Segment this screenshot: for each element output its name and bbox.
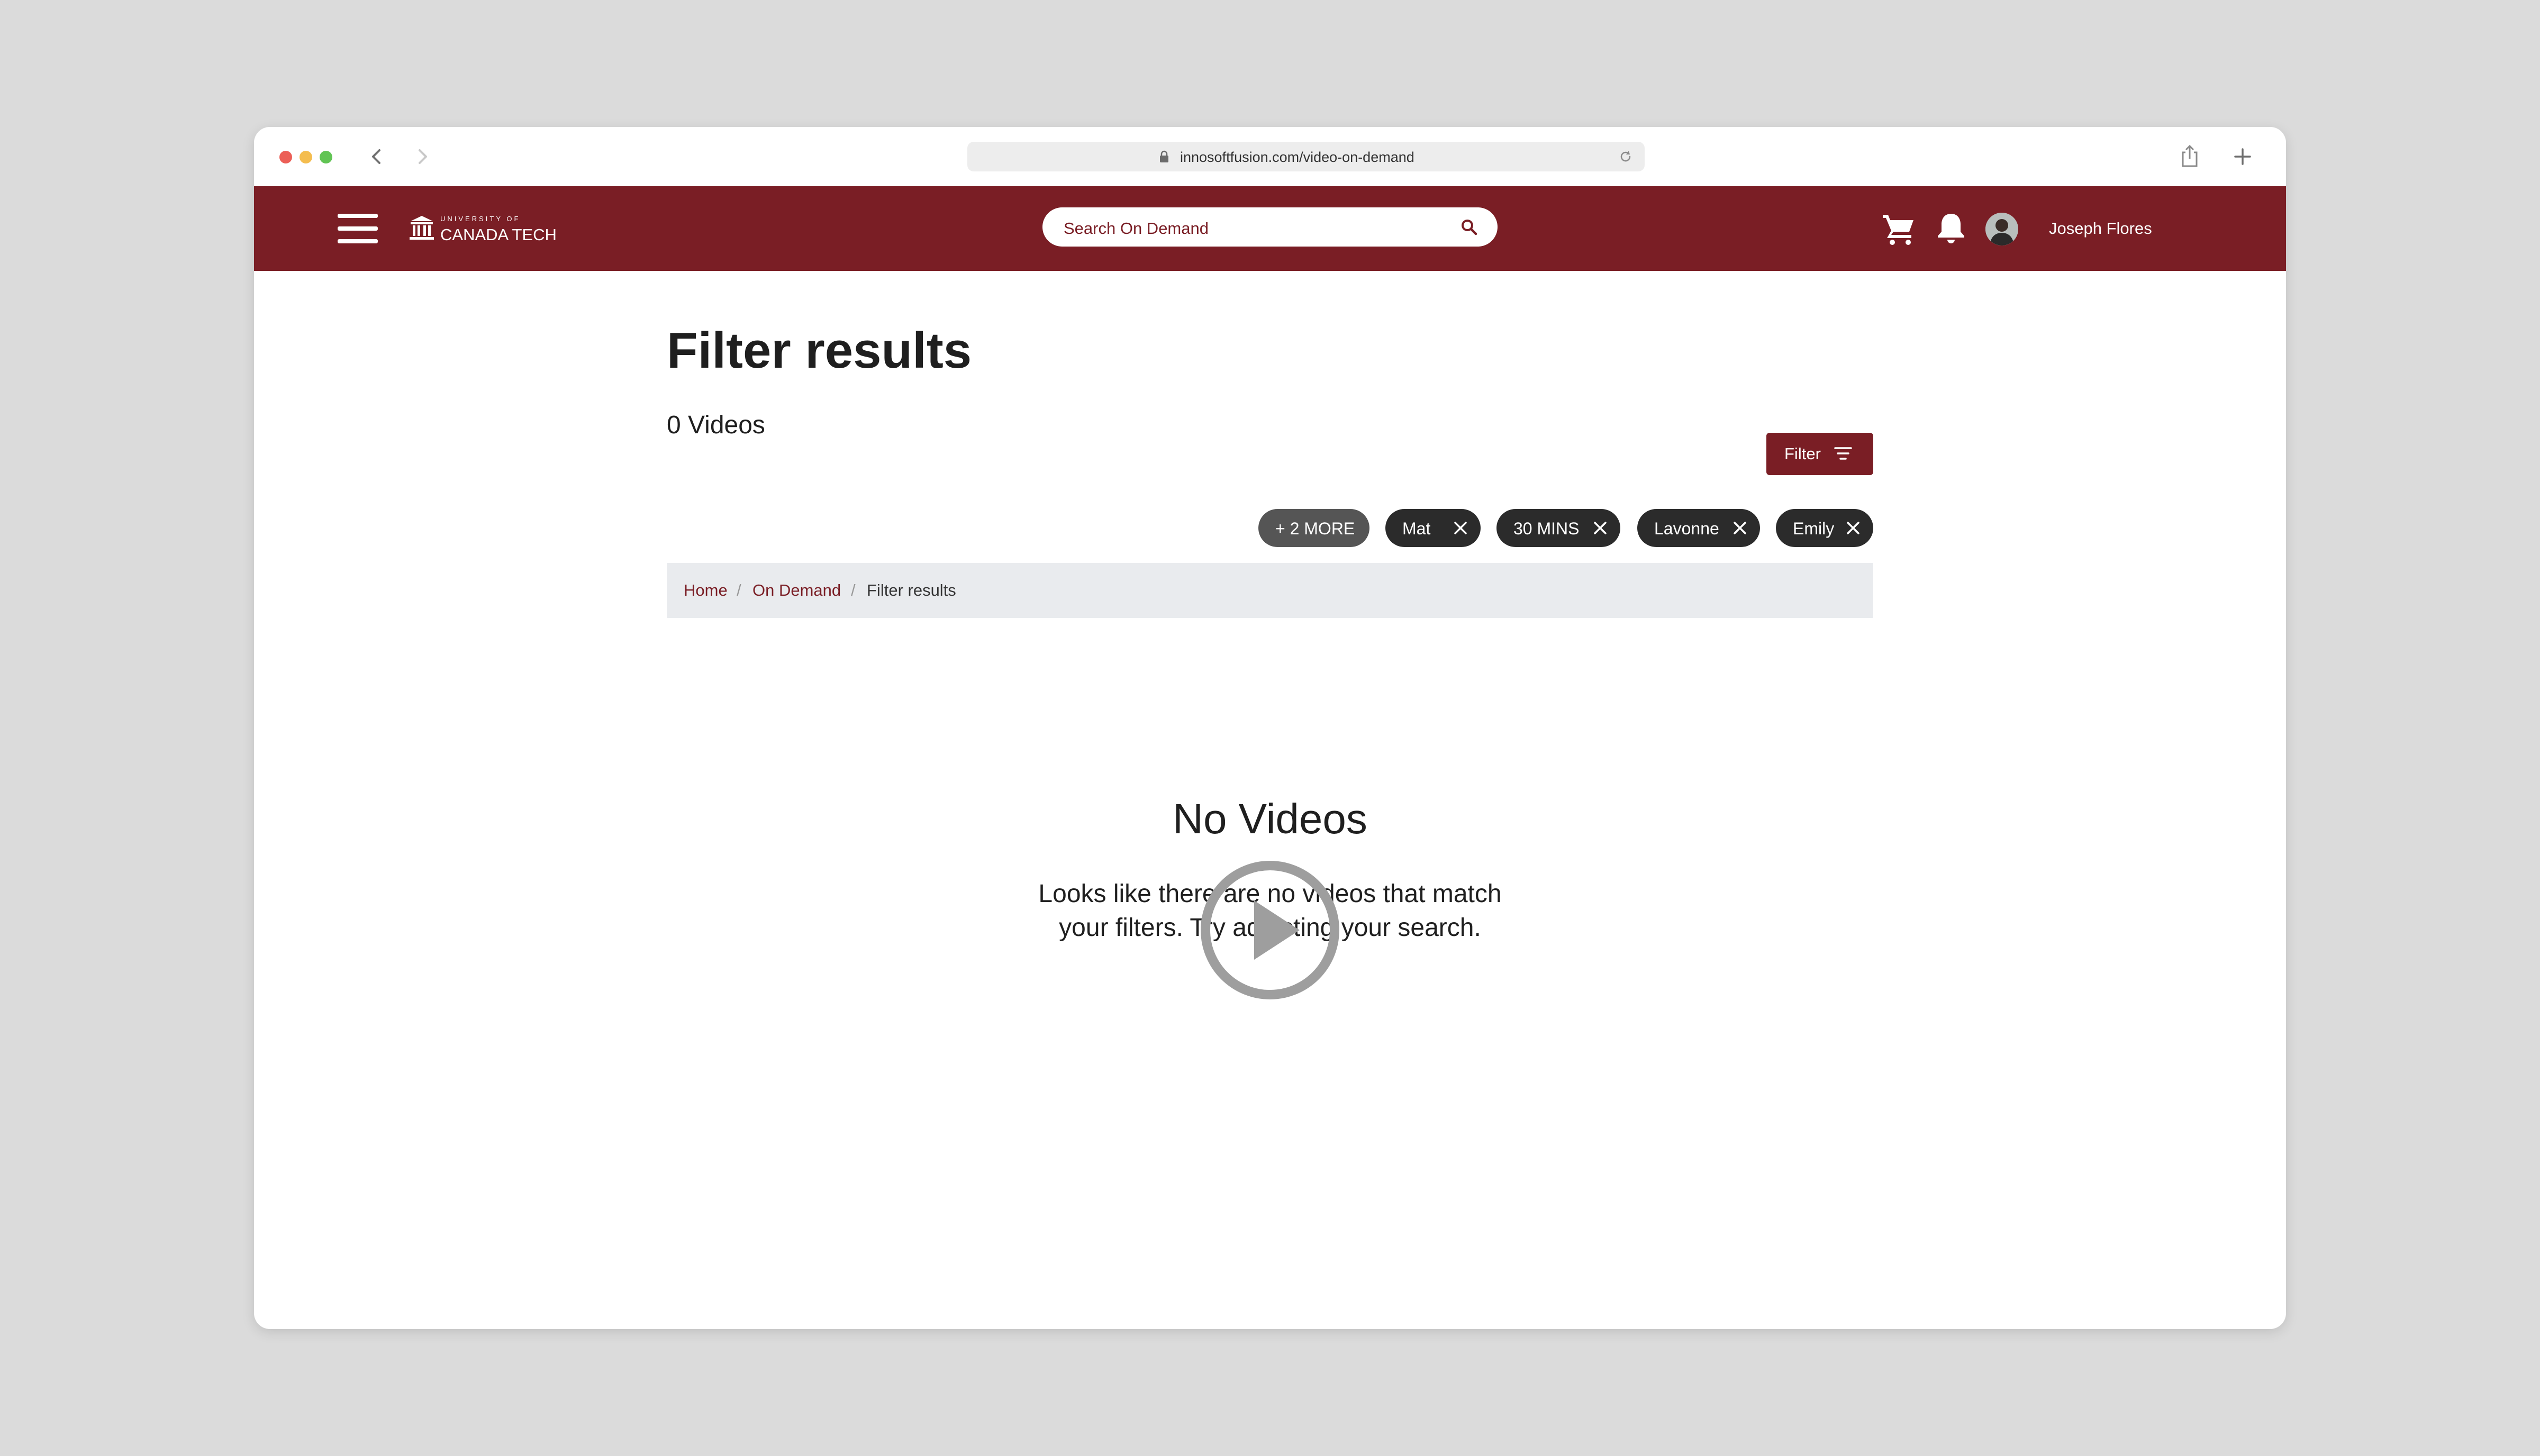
address-bar[interactable]: innosoftfusion.com/video-on-demand: [967, 142, 1645, 171]
breadcrumb-separator: /: [737, 581, 741, 599]
bell-icon[interactable]: [1935, 211, 1967, 245]
chip-label: Emily: [1793, 519, 1835, 538]
chip-label: Lavonne: [1654, 519, 1719, 538]
maximize-window-button[interactable]: [320, 151, 332, 163]
university-logo[interactable]: UNIVERSITY OF CANADA TECH: [409, 213, 562, 247]
lock-icon: [1160, 150, 1168, 162]
chip-label: + 2 MORE: [1275, 519, 1355, 538]
reload-icon[interactable]: [1618, 149, 1633, 164]
filter-chip-mat[interactable]: Mat: [1385, 509, 1481, 547]
page-title: Filter results: [667, 322, 972, 379]
logo-title: CANADA TECH: [440, 225, 557, 244]
chip-label: Mat: [1402, 519, 1431, 538]
avatar[interactable]: [1985, 213, 2018, 245]
breadcrumb-on-demand[interactable]: On Demand: [752, 581, 841, 600]
chip-label: 30 MINS: [1513, 519, 1580, 538]
user-name[interactable]: Joseph Flores: [2049, 219, 2152, 238]
close-window-button[interactable]: [279, 151, 292, 163]
browser-toolbar: innosoftfusion.com/video-on-demand: [254, 127, 2286, 186]
breadcrumb-separator: /: [851, 581, 856, 599]
search-icon[interactable]: [1459, 217, 1478, 236]
university-logo-icon: [410, 216, 434, 240]
more-filters-chip[interactable]: + 2 MORE: [1258, 509, 1369, 547]
close-icon[interactable]: [1451, 518, 1470, 538]
filter-button[interactable]: Filter: [1766, 433, 1873, 475]
search-placeholder: Search On Demand: [1064, 219, 1209, 238]
filter-button-label: Filter: [1784, 444, 1821, 463]
close-icon[interactable]: [1730, 518, 1749, 538]
minimize-window-button[interactable]: [300, 151, 312, 163]
video-count: 0 Videos: [667, 411, 765, 439]
back-arrow-icon[interactable]: [365, 145, 388, 168]
logo-subtitle: UNIVERSITY OF: [440, 215, 521, 223]
hamburger-menu-icon[interactable]: [338, 214, 378, 243]
filter-icon: [1834, 447, 1852, 460]
site-header: UNIVERSITY OF CANADA TECH Search On Dema…: [254, 186, 2286, 271]
breadcrumb-current: Filter results: [867, 581, 956, 599]
breadcrumb-home[interactable]: Home: [684, 581, 728, 600]
empty-state-title: No Videos: [1173, 795, 1367, 842]
url-text: innosoftfusion.com/video-on-demand: [1180, 149, 1414, 165]
filter-chip-30-mins[interactable]: 30 MINS: [1496, 509, 1620, 547]
play-circle-icon: [1199, 859, 1341, 1001]
forward-arrow-icon[interactable]: [411, 145, 434, 168]
filter-chip-lavonne[interactable]: Lavonne: [1637, 509, 1760, 547]
share-icon[interactable]: [2178, 143, 2201, 169]
breadcrumb: Home / On Demand / Filter results: [667, 563, 1873, 618]
cart-icon[interactable]: [1881, 211, 1917, 247]
browser-window: innosoftfusion.com/video-on-demand UNIVE…: [254, 127, 2286, 1329]
close-icon[interactable]: [1844, 518, 1863, 538]
search-input[interactable]: Search On Demand: [1042, 207, 1498, 247]
filter-chip-emily[interactable]: Emily: [1776, 509, 1873, 547]
close-icon[interactable]: [1591, 518, 1610, 538]
new-tab-icon[interactable]: [2231, 145, 2254, 168]
